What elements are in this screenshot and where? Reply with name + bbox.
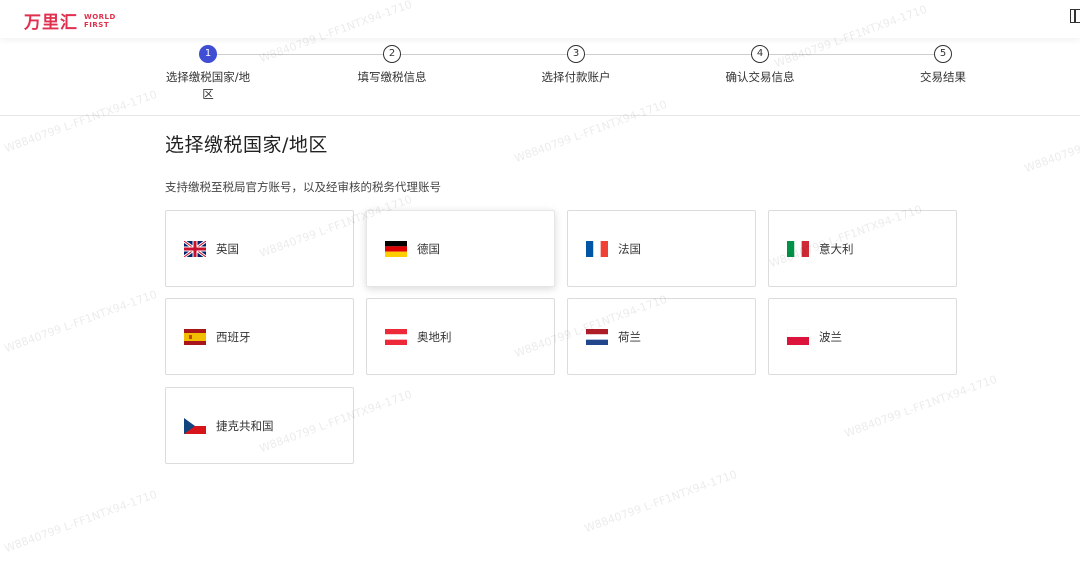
country-label: 意大利 — [819, 241, 854, 256]
logo-english-text: WORLD FIRST — [84, 12, 116, 29]
country-label: 奥地利 — [417, 329, 452, 344]
step-label: 填写缴税信息 — [357, 70, 427, 84]
step-number: 4 — [751, 45, 769, 63]
page-subtitle: 支持缴税至税局官方账号，以及经审核的税务代理账号 — [165, 180, 441, 194]
poland-flag-icon — [787, 328, 809, 345]
country-label: 英国 — [216, 241, 239, 256]
step-label: 确认交易信息 — [725, 70, 795, 84]
top-bar: 万里汇 WORLD FIRST — [0, 0, 1080, 38]
step-4: 4 确认交易信息 — [700, 45, 820, 86]
country-card-france[interactable]: 法国 — [567, 210, 756, 287]
france-flag-icon — [586, 240, 608, 257]
country-card-poland[interactable]: 波兰 — [768, 298, 957, 375]
country-card-germany[interactable]: 德国 — [366, 210, 555, 287]
step-number: 3 — [567, 45, 585, 63]
step-2: 2 填写缴税信息 — [332, 45, 452, 86]
exit-icon[interactable] — [1070, 9, 1080, 23]
step-1: 1 选择缴税国家/地区 — [148, 45, 268, 103]
step-label: 选择付款账户 — [541, 70, 611, 84]
country-card-italy[interactable]: 意大利 — [768, 210, 957, 287]
step-number: 5 — [934, 45, 952, 63]
austria-flag-icon — [385, 328, 407, 345]
czech-flag-icon — [184, 417, 206, 434]
germany-flag-icon — [385, 240, 407, 257]
spain-flag-icon — [184, 328, 206, 345]
step-number: 1 — [199, 45, 217, 63]
logo-chinese-text: 万里汇 — [24, 13, 78, 33]
step-label: 交易结果 — [920, 70, 966, 84]
worldfirst-logo[interactable]: 万里汇 WORLD FIRST — [24, 8, 116, 34]
main-content: 选择缴税国家/地区 支持缴税至税局官方账号，以及经审核的税务代理账号 — [165, 130, 965, 195]
progress-stepper: 1 选择缴税国家/地区 2 填写缴税信息 3 选择付款账户 4 确认交易信息 5… — [0, 38, 1080, 116]
step-5: 5 交易结果 — [883, 45, 1003, 86]
watermark: W8840799 L-FF1NTX94-1710 — [2, 487, 159, 556]
step-number: 2 — [383, 45, 401, 63]
country-card-czech[interactable]: 捷克共和国 — [165, 387, 354, 464]
country-card-netherlands[interactable]: 荷兰 — [567, 298, 756, 375]
netherlands-flag-icon — [586, 328, 608, 345]
uk-flag-icon — [184, 240, 206, 257]
watermark: W8840799 L-FF1NTX94-1710 — [2, 287, 159, 356]
country-card-spain[interactable]: 西班牙 — [165, 298, 354, 375]
watermark: W8840799 L-FF1NTX94-1710 — [1022, 108, 1080, 176]
country-label: 德国 — [417, 241, 440, 256]
country-label: 西班牙 — [216, 329, 251, 344]
page-title: 选择缴税国家/地区 — [165, 134, 328, 156]
step-3: 3 选择付款账户 — [516, 45, 636, 86]
watermark: W8840799 L-FF1NTX94-1710 — [582, 467, 739, 536]
country-label: 法国 — [618, 241, 641, 256]
country-label: 捷克共和国 — [216, 418, 274, 433]
step-label: 选择缴税国家/地区 — [165, 70, 251, 101]
country-label: 波兰 — [819, 329, 842, 344]
country-card-austria[interactable]: 奥地利 — [366, 298, 555, 375]
watermark: W8840799 L-FF1NTX94-1710 — [842, 372, 999, 441]
country-label: 荷兰 — [618, 329, 641, 344]
country-card-uk[interactable]: 英国 — [165, 210, 354, 287]
italy-flag-icon — [787, 240, 809, 257]
